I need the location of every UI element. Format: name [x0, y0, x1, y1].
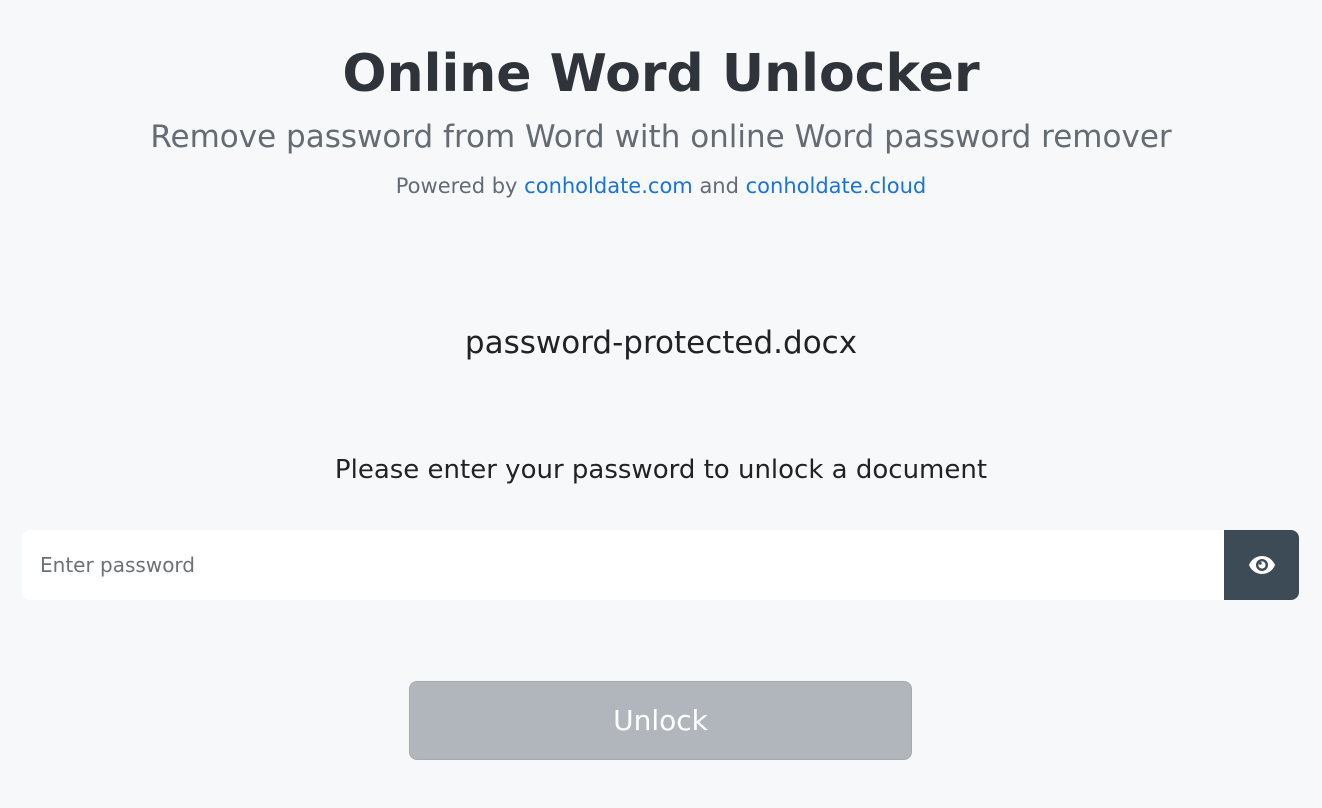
show-password-button[interactable]: [1224, 530, 1299, 600]
powered-by-and: and: [699, 174, 739, 198]
unlocker-page: Online Word Unlocker Remove password fro…: [0, 0, 1322, 808]
page-subtitle: Remove password from Word with online Wo…: [150, 119, 1172, 155]
conholdate-com-link[interactable]: conholdate.com: [524, 174, 693, 198]
file-name: password-protected.docx: [464, 325, 858, 361]
password-prompt: Please enter your password to unlock a d…: [334, 455, 988, 485]
eye-icon: [1248, 556, 1275, 574]
unlock-button[interactable]: Unlock: [409, 681, 912, 760]
page-title: Online Word Unlocker: [342, 44, 980, 104]
password-group: [22, 530, 1299, 600]
password-input[interactable]: [22, 530, 1224, 600]
conholdate-cloud-link[interactable]: conholdate.cloud: [746, 174, 927, 198]
powered-by-label: Powered by: [395, 174, 518, 198]
powered-by: Powered by conholdate.com and conholdate…: [0, 171, 1322, 201]
